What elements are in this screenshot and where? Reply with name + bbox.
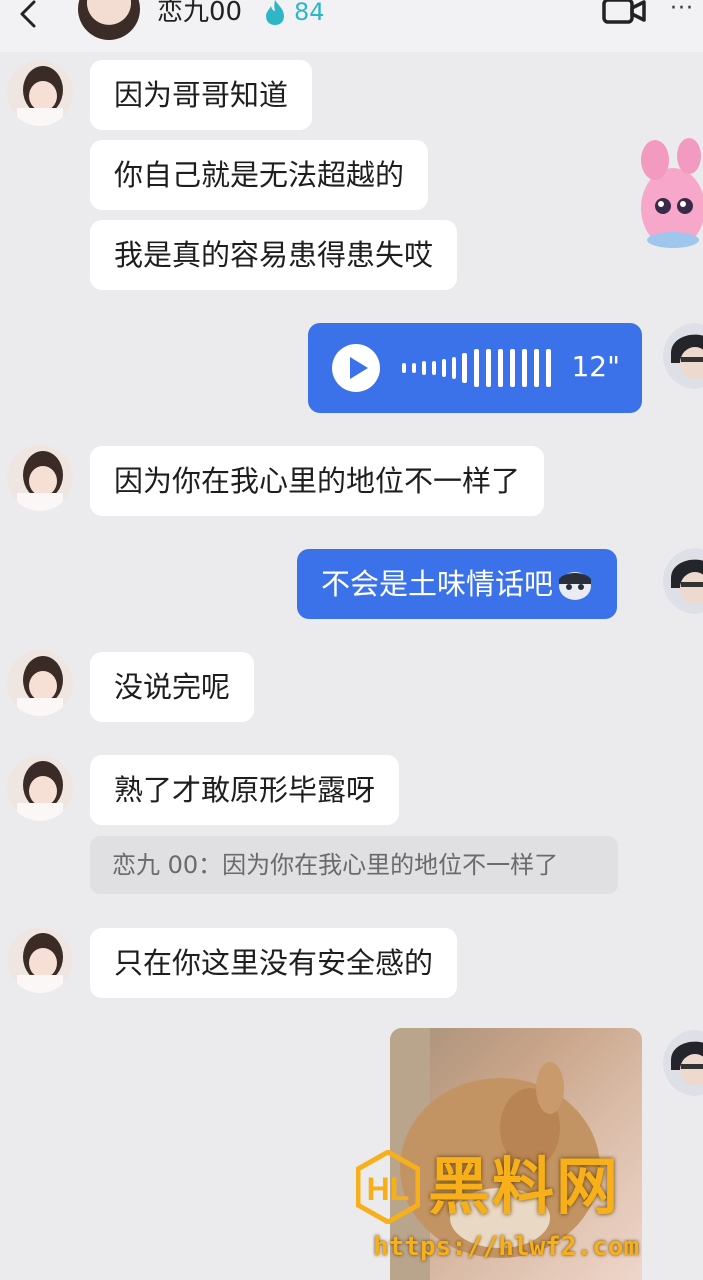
watermark-url: https://hlwf2.com: [373, 1232, 640, 1262]
received-message[interactable]: 熟了才敢原形毕露呀: [90, 755, 400, 825]
chat-header: 恋九00 84 ···: [0, 0, 703, 52]
contact-avatar-small[interactable]: [7, 927, 73, 993]
quoted-reply[interactable]: 恋九 00：因为你在我心里的地位不一样了: [90, 836, 618, 894]
flame-icon: [266, 0, 284, 25]
sticker-icon[interactable]: [625, 130, 703, 260]
sent-message-text: 不会是土味情话吧: [321, 567, 554, 601]
waveform-icon: [402, 349, 551, 387]
received-message[interactable]: 没说完呢: [90, 652, 255, 722]
received-message[interactable]: 你自己就是无法超越的: [90, 140, 429, 210]
my-avatar[interactable]: [663, 323, 703, 389]
received-message[interactable]: 只在你这里没有安全感的: [90, 928, 458, 998]
more-options-icon[interactable]: ···: [670, 0, 694, 20]
received-message[interactable]: 因为哥哥知道: [90, 60, 313, 130]
back-arrow-icon[interactable]: [10, 0, 50, 30]
play-icon[interactable]: [332, 344, 380, 392]
voice-message[interactable]: 12": [308, 323, 642, 413]
contact-avatar-small[interactable]: [7, 755, 73, 821]
received-message[interactable]: 我是真的容易患得患失哎: [90, 220, 458, 290]
watermark-title: 黑料网: [428, 1150, 621, 1223]
my-avatar[interactable]: [663, 548, 703, 614]
contact-name[interactable]: 恋九00: [157, 0, 242, 27]
my-avatar[interactable]: [663, 1030, 703, 1096]
received-message[interactable]: 因为你在我心里的地位不一样了: [90, 446, 545, 516]
streak-count: 84: [294, 0, 325, 26]
contact-avatar-small[interactable]: [7, 445, 73, 511]
video-call-icon[interactable]: [600, 0, 646, 24]
contact-avatar[interactable]: [78, 0, 140, 40]
watermark-logo-icon: HL: [356, 1150, 420, 1224]
sent-message[interactable]: 不会是土味情话吧: [297, 549, 618, 619]
contact-avatar-small[interactable]: [7, 60, 73, 126]
voice-duration: 12": [571, 350, 620, 383]
contact-avatar-small[interactable]: [7, 650, 73, 716]
emoji-icon: [559, 572, 592, 600]
svg-text:HL: HL: [367, 1171, 410, 1207]
